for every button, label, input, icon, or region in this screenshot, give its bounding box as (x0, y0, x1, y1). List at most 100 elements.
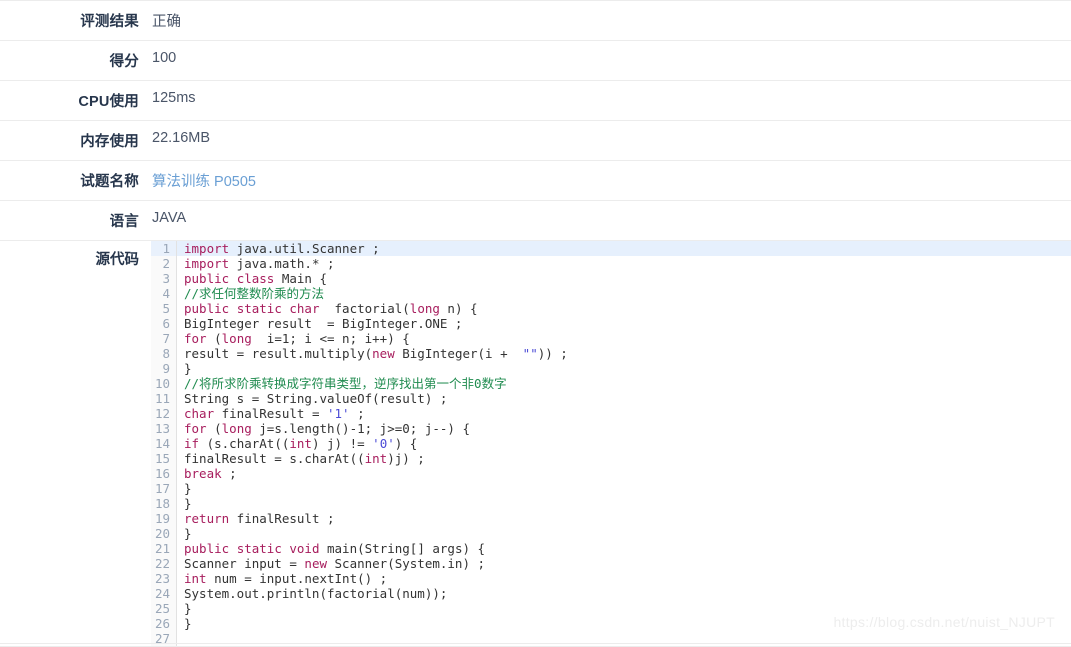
line-number: 15 (151, 451, 177, 466)
code-line-text: } (184, 616, 192, 631)
code-line-text: public static void main(String[] args) { (184, 541, 486, 556)
code-line-text: Scanner input = new Scanner(System.in) ; (184, 556, 486, 571)
info-row-value-link[interactable]: 算法训练 P0505 (139, 161, 1071, 200)
code-line[interactable]: 4 //求任何整数阶乘的方法 (151, 286, 1071, 301)
info-row-label: 语言 (109, 214, 139, 230)
code-line[interactable]: 18} (151, 496, 1071, 511)
code-line-text: for (long i=1; i <= n; i++) { (184, 331, 410, 346)
code-line-text: String s = String.valueOf(result) ; (184, 391, 448, 406)
line-number: 20 (151, 526, 177, 541)
code-line-text: } (184, 481, 192, 496)
line-number: 22 (151, 556, 177, 571)
code-line[interactable]: 21 public static void main(String[] args)… (151, 541, 1071, 556)
code-line-text: break ; (184, 466, 237, 481)
line-number: 19 (151, 511, 177, 526)
code-line-text: } (184, 496, 192, 511)
info-row-value: JAVA (152, 210, 187, 226)
info-row-value: 125ms (152, 90, 196, 106)
code-line[interactable]: 23 int num = input.nextInt() ; (151, 571, 1071, 586)
info-row-list: 评测结果 正确得分 100 CPU使用 125ms 内存使用 22.16MB 试题名称 算法训练… (0, 1, 1071, 241)
info-row-label: 内存使用 (80, 134, 139, 150)
code-line[interactable]: 25} (151, 601, 1071, 616)
code-line-text: char finalResult = '1' ; (184, 406, 365, 421)
line-number: 14 (151, 436, 177, 451)
code-line-text: import java.math.* ; (184, 256, 335, 271)
code-line[interactable]: 3 public class Main { (151, 271, 1071, 286)
info-row: 得分 100 (0, 41, 1071, 81)
code-block[interactable]: 1 import java.util.Scanner ; 2 import java.… (151, 241, 1071, 646)
code-line-text: public class Main { (184, 271, 328, 286)
code-line[interactable]: 6 BigInteger result = BigInteger.ONE ; (151, 316, 1071, 331)
code-line[interactable]: 26} (151, 616, 1071, 631)
line-number: 11 (151, 391, 177, 406)
line-number: 18 (151, 496, 177, 511)
code-line-text: BigInteger result = BigInteger.ONE ; (184, 316, 463, 331)
code-line[interactable]: 5 public static char factorial(long n) { (151, 301, 1071, 316)
code-line[interactable]: 15 finalResult = s.charAt((int)j) ; (151, 451, 1071, 466)
line-number: 5 (151, 301, 177, 316)
source-code-label: 源代码 (95, 252, 140, 268)
line-number: 7 (151, 331, 177, 346)
code-line-text: public static char factorial(long n) { (184, 301, 478, 316)
info-row-label: 得分 (109, 54, 139, 70)
code-line[interactable]: 10 //将所求阶乘转换成字符串类型，逆序找出第一个非0数字 (151, 376, 1071, 391)
source-code-viewer[interactable]: 1 import java.util.Scanner ; 2 import java.… (139, 241, 1071, 646)
code-line-text: int num = input.nextInt() ; (184, 571, 388, 586)
line-number: 24 (151, 586, 177, 601)
code-line[interactable]: 7 for (long i=1; i <= n; i++) { (151, 331, 1071, 346)
code-line-text: //将所求阶乘转换成字符串类型，逆序找出第一个非0数字 (184, 376, 507, 391)
code-line-text: result = result.multiply(new BigInteger(… (184, 346, 568, 361)
code-line[interactable]: 12 char finalResult = '1' ; (151, 406, 1071, 421)
info-row: 语言 JAVA (0, 201, 1071, 241)
code-line-text: finalResult = s.charAt((int)j) ; (184, 451, 425, 466)
code-line[interactable]: 13 for (long j=s.length()-1; j>=0; j--) { (151, 421, 1071, 436)
info-row-label: CPU使用 (78, 94, 139, 110)
line-number: 12 (151, 406, 177, 421)
code-line-text: return finalResult ; (184, 511, 335, 526)
code-line-text: } (184, 526, 192, 541)
line-number: 1 (151, 241, 177, 256)
code-line-text: if (s.charAt((int) j) != '0') { (184, 436, 418, 451)
info-row: 试题名称 算法训练 P0505 (0, 161, 1071, 201)
line-number: 4 (151, 286, 177, 301)
code-line[interactable]: 20} (151, 526, 1071, 541)
line-number: 3 (151, 271, 177, 286)
code-line[interactable]: 14 if (s.charAt((int) j) != '0') { (151, 436, 1071, 451)
info-row-value: 100 (152, 50, 177, 66)
info-row-label: 评测结果 (80, 14, 139, 30)
code-line[interactable]: 19 return finalResult ; (151, 511, 1071, 526)
code-line[interactable]: 8 result = result.multiply(new BigInteger… (151, 346, 1071, 361)
info-row-label: 试题名称 (80, 174, 139, 190)
code-line[interactable]: 17} (151, 481, 1071, 496)
line-number: 26 (151, 616, 177, 631)
info-row: CPU使用 125ms (0, 81, 1071, 121)
line-number: 8 (151, 346, 177, 361)
code-line-text: } (184, 361, 192, 376)
source-code-row: 源代码 1 import java.util.Scanner ; 2 import j… (0, 241, 1071, 647)
code-line-text: //求任何整数阶乘的方法 (184, 286, 325, 301)
info-row: 评测结果 正确 (0, 1, 1071, 41)
code-line[interactable]: 1 import java.util.Scanner ; (151, 241, 1071, 256)
code-line[interactable]: 2 import java.math.* ; (151, 256, 1071, 271)
line-number: 9 (151, 361, 177, 376)
info-row: 内存使用 22.16MB (0, 121, 1071, 161)
line-number: 25 (151, 601, 177, 616)
submission-result-panel: 评测结果 正确得分 100 CPU使用 125ms 内存使用 22.16MB 试题名称 算法训练… (0, 0, 1071, 647)
line-number: 2 (151, 256, 177, 271)
line-number: 17 (151, 481, 177, 496)
code-line[interactable]: 9} (151, 361, 1071, 376)
info-row-value: 22.16MB (152, 130, 211, 146)
line-number: 21 (151, 541, 177, 556)
code-line[interactable]: 16 break ; (151, 466, 1071, 481)
line-number: 10 (151, 376, 177, 391)
code-line[interactable]: 11 String s = String.valueOf(result) ; (151, 391, 1071, 406)
line-number: 16 (151, 466, 177, 481)
code-line-text: System.out.println(factorial(num)); (184, 586, 448, 601)
line-number: 23 (151, 571, 177, 586)
info-row-value: 正确 (152, 14, 181, 30)
line-number: 13 (151, 421, 177, 436)
code-line-text: for (long j=s.length()-1; j>=0; j--) { (184, 421, 470, 436)
line-number: 6 (151, 316, 177, 331)
code-line[interactable]: 22 Scanner input = new Scanner(System.in)… (151, 556, 1071, 571)
code-line[interactable]: 24 System.out.println(factorial(num)); (151, 586, 1071, 601)
